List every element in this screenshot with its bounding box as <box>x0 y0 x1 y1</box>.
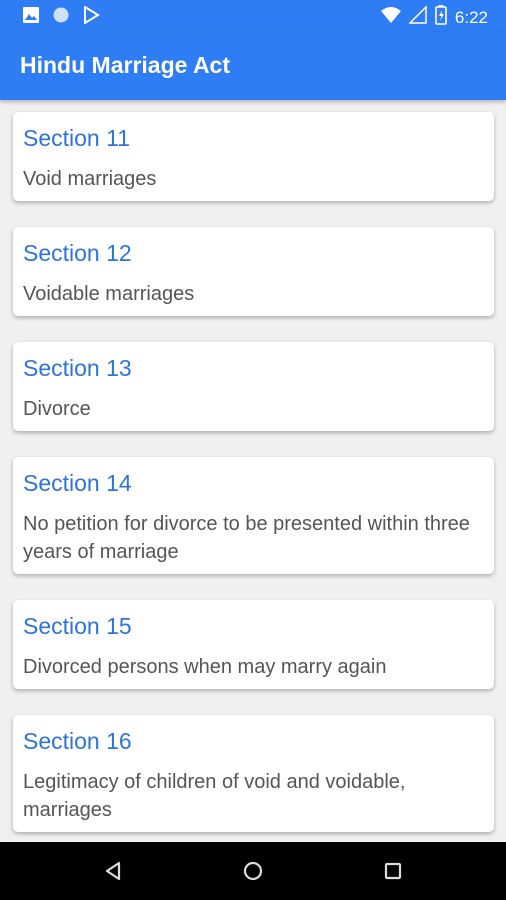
section-title: Section 16 <box>23 728 132 754</box>
section-card-11[interactable]: Section 11 Void marriages <box>13 112 494 201</box>
status-bar: 6:22 <box>0 0 506 32</box>
section-description: Divorced persons when may marry again <box>23 656 387 678</box>
section-card-14[interactable]: Section 14 No petition for divorce to be… <box>13 457 494 574</box>
play-store-icon <box>82 5 100 29</box>
app-title: Hindu Marriage Act <box>20 52 231 78</box>
status-left-icons <box>22 5 100 29</box>
section-title: Section 11 <box>23 125 130 151</box>
section-title: Section 13 <box>23 355 132 381</box>
section-title: Section 15 <box>23 613 132 639</box>
section-description: Legitimacy of children of void and voida… <box>23 771 406 821</box>
section-description: No petition for divorce to be presented … <box>23 513 470 563</box>
section-description: Voidable marriages <box>23 283 195 305</box>
section-description: Void marriages <box>23 168 157 190</box>
recents-icon[interactable] <box>378 856 408 886</box>
circle-icon <box>52 6 70 29</box>
back-icon[interactable] <box>99 856 129 886</box>
navigation-bar <box>0 842 506 900</box>
app-bar: Hindu Marriage Act <box>0 32 506 100</box>
image-icon <box>22 6 40 29</box>
status-time: 6:22 <box>454 7 488 27</box>
signal-icon <box>408 5 427 29</box>
section-card-13[interactable]: Section 13 Divorce <box>13 342 494 431</box>
section-title: Section 14 <box>23 470 132 496</box>
battery-icon <box>435 5 447 30</box>
section-title: Section 12 <box>23 240 132 266</box>
section-description: Divorce <box>23 398 91 420</box>
section-card-12[interactable]: Section 12 Voidable marriages <box>13 227 494 316</box>
home-icon[interactable] <box>238 856 268 886</box>
section-card-15[interactable]: Section 15 Divorced persons when may mar… <box>13 600 494 689</box>
section-list[interactable]: Section 11 Void marriages Section 12 Voi… <box>0 100 506 842</box>
status-right-icons: 6:22 <box>380 5 488 30</box>
section-card-16[interactable]: Section 16 Legitimacy of children of voi… <box>13 715 494 832</box>
wifi-icon <box>380 6 401 29</box>
